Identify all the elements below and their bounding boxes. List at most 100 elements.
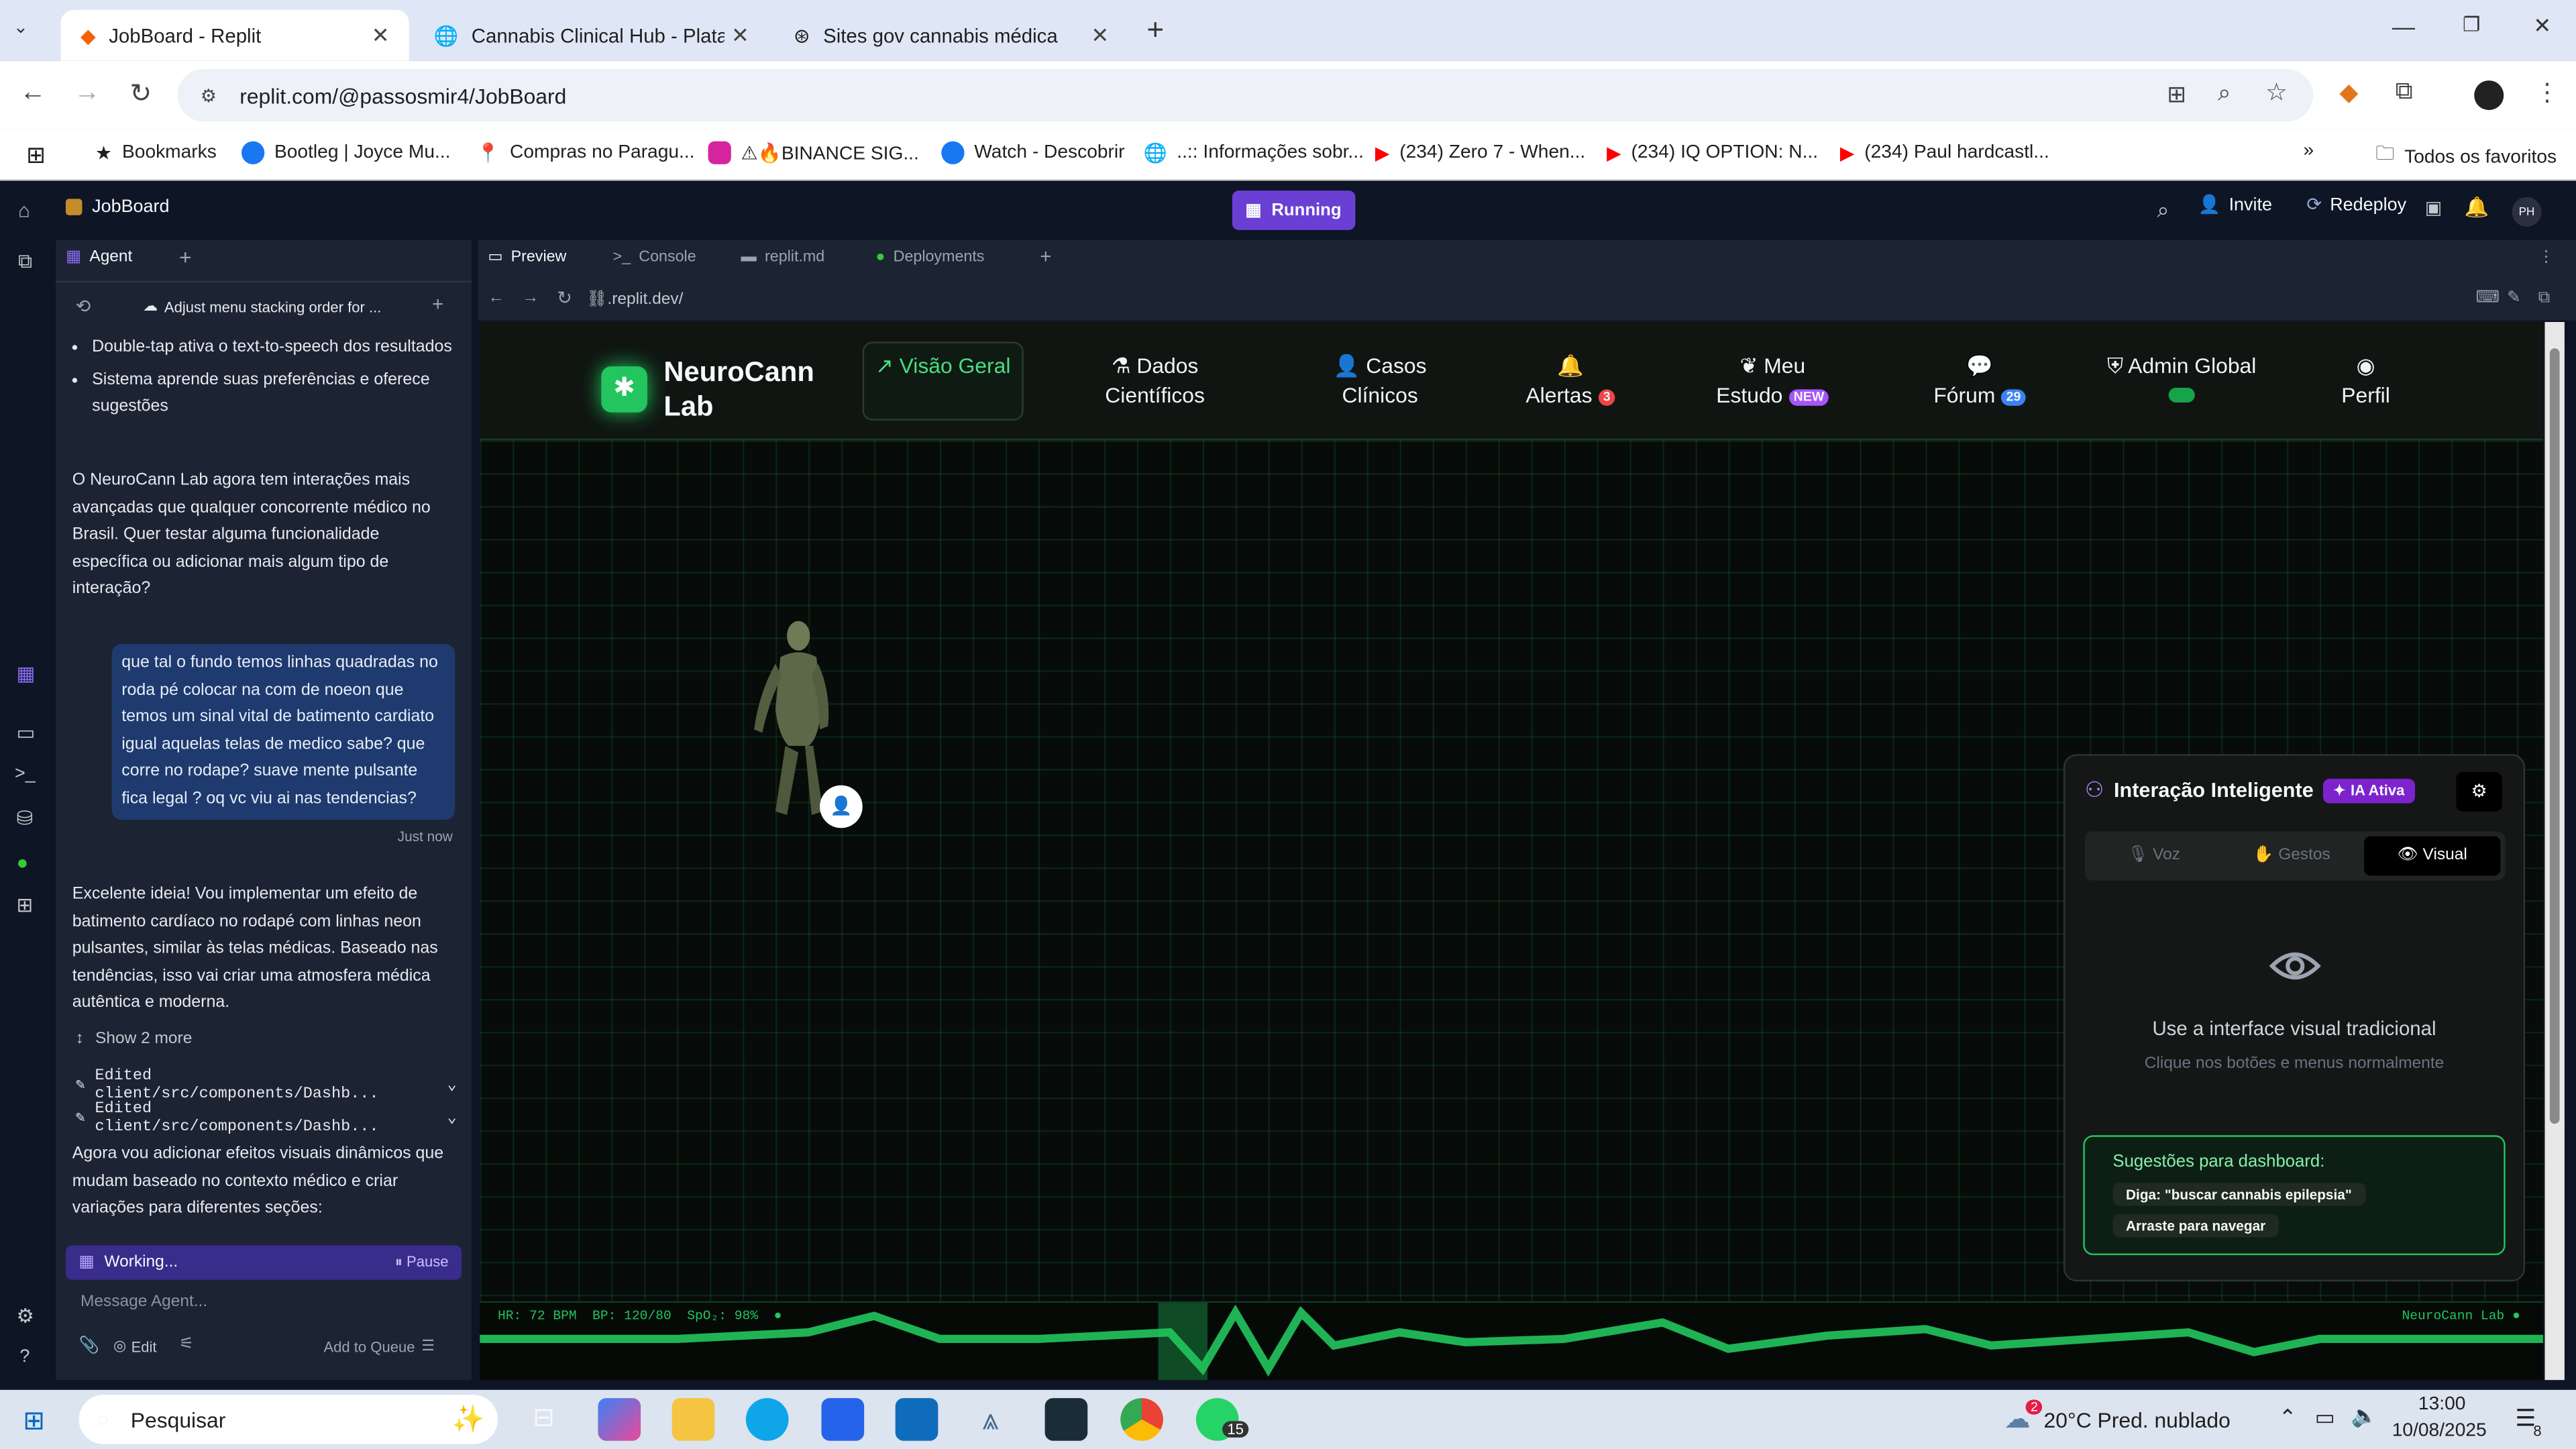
suggestion-chip[interactable]: Diga: "buscar cannabis epilepsia"	[2112, 1183, 2365, 1206]
agent-icon[interactable]: ▦	[16, 662, 35, 685]
pane-menu-icon[interactable]: ⋮	[2538, 248, 2554, 266]
attach-icon[interactable]: 📎	[79, 1337, 99, 1355]
user-avatar[interactable]: PH	[2512, 197, 2542, 227]
all-bookmarks[interactable]: 🗀 Todos os favoritos	[2375, 142, 2557, 173]
star-icon[interactable]: ☆	[2265, 77, 2288, 107]
nav-casos-clinicos[interactable]: 👤 Casos Clínicos	[1311, 352, 1449, 411]
tray-chevron-icon[interactable]: ⌃	[2279, 1405, 2297, 1431]
nav-meu-estudo[interactable]: ❦ Meu Estudo NEW	[1709, 352, 1837, 411]
home-icon[interactable]: ⌂	[18, 199, 30, 221]
deploy-icon[interactable]: ●	[16, 851, 28, 874]
volume-icon[interactable]: 🔈	[2351, 1403, 2378, 1429]
taskbar-search[interactable]: ⌕ Pesquisar ✨	[78, 1395, 498, 1444]
nav-forum[interactable]: 💬 Fórum 29	[1925, 352, 2034, 411]
close-window-button[interactable]: ✕	[2533, 13, 2551, 40]
bookmark-item[interactable]: 🌐..:: Informações sobr...	[1144, 142, 1364, 164]
bookmark-item[interactable]: ▶ (234) IQ OPTION: N...	[1607, 142, 1818, 164]
back-icon[interactable]: ←	[488, 289, 504, 307]
mode-voz-button[interactable]: 🎙 Voz	[2085, 831, 2223, 880]
bookmark-item[interactable]: ▶ (234) Zero 7 - When...	[1375, 142, 1585, 164]
tab-console[interactable]: >_ Console	[612, 248, 696, 266]
stake-icon[interactable]	[1044, 1398, 1088, 1441]
files-icon[interactable]: ⧉	[18, 250, 32, 274]
clock-time[interactable]: 13:00	[2418, 1395, 2465, 1414]
show-more-button[interactable]: ↕ Show 2 more	[76, 1030, 193, 1049]
tab-agent[interactable]: ▦ Agent	[66, 248, 132, 266]
tab-cannabis-hub[interactable]: 🌐 Cannabis Clinical Hub - Platafor ✕	[414, 10, 769, 61]
help-icon[interactable]: ?	[19, 1347, 30, 1366]
project-name[interactable]: JobBoard	[65, 197, 169, 217]
bell-icon[interactable]: 🔔	[2464, 195, 2489, 218]
nav-admin-global[interactable]: ⛨ Admin Global	[2100, 352, 2264, 411]
close-tab-icon[interactable]: ✕	[1091, 22, 1109, 48]
history-icon[interactable]: ⟲	[76, 296, 91, 317]
more-bookmarks-icon[interactable]: »	[2303, 142, 2314, 161]
nav-alertas[interactable]: 🔔 Alertas 3	[1516, 352, 1625, 411]
edit-log-item[interactable]: ✎ Edited client/src/components/Dashb... ⌄	[76, 1099, 457, 1135]
edit-log-item[interactable]: ✎ Edited client/src/components/Dashb... ⌄	[76, 1066, 457, 1102]
settings-sliders-icon[interactable]: ⚟	[179, 1336, 194, 1354]
invite-button[interactable]: 👤 Invite	[2198, 194, 2272, 215]
pause-button[interactable]: ⏸ Pause	[395, 1254, 449, 1272]
bookmark-item[interactable]: 📍 Compras no Paragu...	[476, 142, 694, 164]
windows-start-icon[interactable]: ⊞	[23, 1405, 45, 1438]
outlook-icon[interactable]	[895, 1398, 938, 1441]
install-icon[interactable]: ⊞	[2167, 80, 2186, 109]
copilot-icon[interactable]	[598, 1398, 641, 1441]
network-icon[interactable]: ▭	[2315, 1405, 2335, 1431]
file-explorer-icon[interactable]	[672, 1398, 715, 1441]
extensions-icon[interactable]: ⧉	[2396, 77, 2413, 105]
clock-date[interactable]: 10/08/2025	[2392, 1421, 2487, 1440]
store-icon[interactable]	[821, 1398, 865, 1441]
tab-replit-md[interactable]: ▬ replit.md	[741, 248, 824, 266]
preview-url[interactable]: ⛓.replit.dev/	[586, 286, 2459, 315]
nav-dados-cientificos[interactable]: ⚗ Dados Científicos	[1081, 352, 1228, 411]
apps-icon[interactable]: ⊞	[16, 894, 33, 916]
profile-avatar[interactable]	[2474, 80, 2504, 111]
close-tab-icon[interactable]: ✕	[372, 22, 390, 48]
edge-icon[interactable]	[745, 1398, 789, 1441]
redeploy-button[interactable]: ⟳ Redeploy	[2306, 194, 2406, 215]
app-icon[interactable]: ⩓	[969, 1398, 1012, 1441]
tab-list-button[interactable]: ⌄	[13, 16, 29, 38]
reload-icon[interactable]: ↻	[557, 288, 572, 309]
settings-icon[interactable]: ⚙	[16, 1305, 34, 1328]
metamask-icon[interactable]: ◆	[2339, 77, 2358, 107]
bookmark-item[interactable]: ★ Bookmarks	[95, 142, 217, 164]
suggestion-chip[interactable]: Arraste para navegar	[2112, 1214, 2279, 1238]
tab-deployments[interactable]: ● Deployments	[875, 248, 984, 266]
window-icon[interactable]: ▣	[2425, 197, 2442, 218]
panel-settings-button[interactable]: ⚙	[2456, 772, 2502, 812]
site-info-icon[interactable]: ⚙	[201, 85, 217, 106]
task-view-icon[interactable]: ⊟	[523, 1398, 566, 1441]
mode-gestos-button[interactable]: ✋ Gestos	[2222, 831, 2361, 880]
back-icon[interactable]: ←	[19, 79, 46, 109]
devtools-icon[interactable]: ⌨	[2476, 289, 2500, 307]
bookmark-item[interactable]: Watch - Descobrir	[941, 141, 1125, 164]
nav-perfil[interactable]: ◉ Perfil	[2328, 352, 2404, 411]
close-tab-icon[interactable]: ✕	[731, 22, 749, 48]
add-tab-icon[interactable]: +	[1040, 245, 1051, 268]
open-new-window-icon[interactable]: ⧉	[2538, 289, 2550, 307]
mode-visual-button[interactable]: 👁 Visual	[2364, 836, 2501, 876]
preview-scrollbar[interactable]	[2544, 322, 2565, 1381]
bookmark-item[interactable]: ⚠🔥BINANCE SIG...	[708, 141, 919, 164]
chrome-icon[interactable]	[1120, 1398, 1163, 1441]
forward-icon[interactable]: →	[74, 79, 100, 109]
apps-icon[interactable]: ⊞	[26, 142, 46, 170]
maximize-button[interactable]: ❐	[2463, 13, 2480, 36]
zoom-icon[interactable]: ⌕	[2218, 79, 2231, 107]
tools-icon[interactable]: ✎	[2507, 289, 2521, 307]
add-to-queue-button[interactable]: Add to Queue ☰	[323, 1337, 435, 1355]
tab-jobboard[interactable]: ◆ JobBoard - Replit ✕	[60, 9, 409, 61]
address-bar[interactable]: ⚙ replit.com/@passosmir4/JobBoard	[177, 68, 2314, 122]
search-icon[interactable]: ⌕	[2157, 197, 2169, 223]
bookmark-item[interactable]: Bootleg | Joyce Mu...	[241, 141, 450, 164]
forward-icon[interactable]: →	[523, 289, 539, 307]
minimize-button[interactable]: —	[2392, 13, 2415, 40]
database-icon[interactable]: ⛁	[16, 806, 33, 829]
edit-button[interactable]: ◎ Edit	[113, 1337, 157, 1355]
tab-preview[interactable]: ▭ Preview	[488, 248, 566, 266]
run-status-button[interactable]: ▦ Running	[1232, 191, 1355, 230]
new-chat-icon[interactable]: +	[432, 292, 443, 315]
